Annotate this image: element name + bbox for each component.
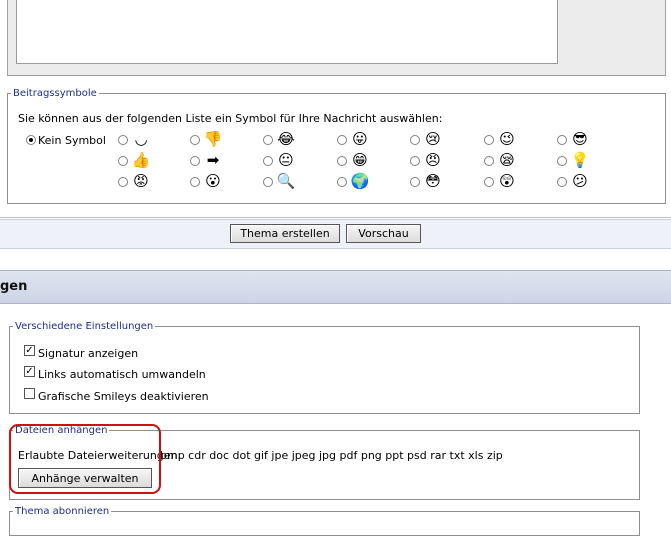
arrow-right-icon[interactable]: ➡ xyxy=(204,151,222,169)
create-topic-button[interactable]: Thema erstellen xyxy=(230,224,340,243)
section-header: gen xyxy=(0,270,671,304)
radio-mad[interactable] xyxy=(118,177,128,187)
neutral-icon[interactable]: 😐 xyxy=(277,151,295,169)
crying-icon[interactable]: 😢 xyxy=(424,130,442,148)
preview-button[interactable]: Vorschau xyxy=(346,224,421,243)
no-icon-label: Kein Symbol xyxy=(38,134,106,147)
radio-no-icon[interactable] xyxy=(26,135,36,145)
divider xyxy=(0,217,671,218)
radio-lightbulb[interactable] xyxy=(557,156,567,166)
radio-grin[interactable] xyxy=(337,156,347,166)
radio-thumbs-down[interactable] xyxy=(190,135,200,145)
radio-shocked[interactable] xyxy=(484,177,494,187)
show-signature-label: Signatur anzeigen xyxy=(38,347,139,360)
radio-angry[interactable] xyxy=(410,156,420,166)
section-title: gen xyxy=(0,279,28,294)
post-icons-legend: Beitragssymbole xyxy=(13,88,97,99)
radio-neutral[interactable] xyxy=(263,156,273,166)
wink-icon[interactable]: 😉 xyxy=(498,130,516,148)
auto-links-label: Links automatisch umwandeln xyxy=(38,368,206,381)
angry-icon[interactable]: 😠 xyxy=(424,151,442,169)
disable-smileys-checkbox[interactable] xyxy=(24,388,35,399)
radio-smile[interactable] xyxy=(118,135,128,145)
action-button-bar: Thema erstellen Vorschau xyxy=(0,219,671,249)
subscribe-legend: Thema abonnieren xyxy=(15,506,110,517)
subscribe-fieldset: Thema abonnieren xyxy=(9,506,640,536)
disable-smileys-label: Grafische Smileys deaktivieren xyxy=(38,390,209,403)
radio-confused[interactable] xyxy=(557,177,567,187)
show-signature-checkbox[interactable]: ✓ xyxy=(24,345,35,356)
magnifier-icon[interactable]: 🔍 xyxy=(277,172,296,190)
grin-icon[interactable]: 😁 xyxy=(351,151,369,169)
mad-icon[interactable]: 😡 xyxy=(132,172,150,190)
smile-icon[interactable]: ◡ xyxy=(132,130,150,148)
radio-globe[interactable] xyxy=(337,177,347,187)
surprised-icon[interactable]: 😮 xyxy=(204,172,222,190)
radio-crying[interactable] xyxy=(410,135,420,145)
radio-arrow-right[interactable] xyxy=(190,156,200,166)
cool-icon[interactable]: 😎 xyxy=(571,130,589,148)
confused-icon[interactable]: 😕 xyxy=(571,172,589,190)
embarrassed-icon[interactable]: 😳 xyxy=(424,172,442,190)
radio-thumbs-up[interactable] xyxy=(118,156,128,166)
allowed-extensions-list: bmp cdr doc dot gif jpe jpeg jpg pdf png… xyxy=(160,449,503,462)
thumbs-up-icon[interactable]: 👍 xyxy=(132,151,151,169)
message-textarea[interactable] xyxy=(16,0,558,64)
misc-settings-legend: Verschiedene Einstellungen xyxy=(15,321,154,332)
globe-icon[interactable]: 🌍 xyxy=(351,172,370,190)
auto-links-checkbox[interactable]: ✓ xyxy=(24,366,35,377)
radio-sleepy[interactable] xyxy=(484,156,494,166)
radio-tongue[interactable] xyxy=(337,135,347,145)
radio-surprised[interactable] xyxy=(190,177,200,187)
thumbs-down-icon[interactable]: 👎 xyxy=(204,130,223,148)
attachments-highlight-annotation xyxy=(9,424,161,494)
radio-wink[interactable] xyxy=(484,135,494,145)
post-icons-instruction: Sie können aus der folgenden Liste ein S… xyxy=(18,112,443,125)
lightbulb-icon[interactable]: 💡 xyxy=(571,151,590,169)
radio-laugh[interactable] xyxy=(263,135,273,145)
radio-embarrassed[interactable] xyxy=(410,177,420,187)
sleepy-icon[interactable]: 😪 xyxy=(498,151,516,169)
shocked-icon[interactable]: 😲 xyxy=(498,172,516,190)
laugh-icon[interactable]: 😂 xyxy=(277,130,295,148)
radio-cool[interactable] xyxy=(557,135,567,145)
tongue-icon[interactable]: 😛 xyxy=(351,130,369,148)
radio-magnifier[interactable] xyxy=(263,177,273,187)
